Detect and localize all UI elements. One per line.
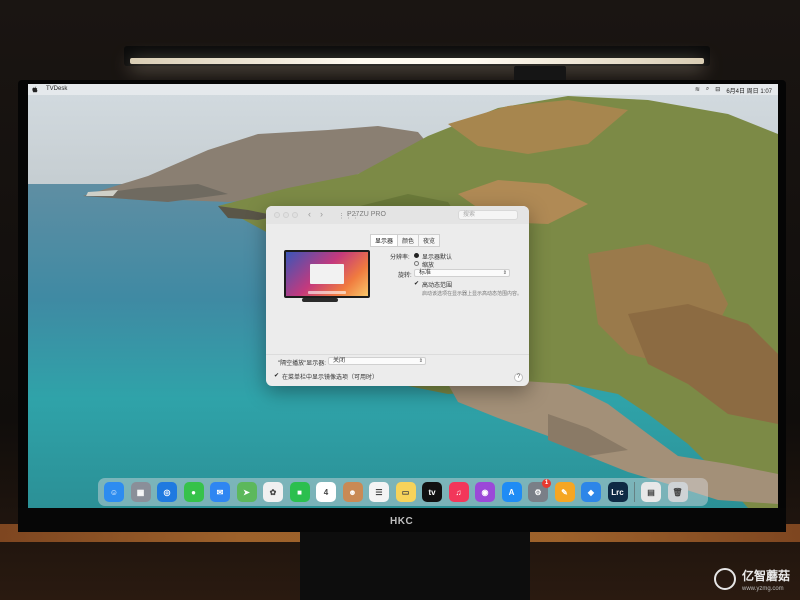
display-settings-window: ‹ › ⋮⋮⋮ P27ZU PRO 搜索 显示器 颜色 夜览 分辨率: 显示器默 [266, 206, 529, 386]
podcasts-icon[interactable]: ◉ [475, 482, 495, 502]
airplay-value: 关闭 [333, 358, 346, 364]
tencent-docs-icon[interactable]: ◆ [581, 482, 601, 502]
app-store-icon[interactable]: A [501, 482, 522, 502]
resolution-default-radio[interactable] [414, 253, 419, 258]
safari-icon[interactable]: ◎ [157, 482, 177, 502]
menu-app-name[interactable]: TVDesk [46, 86, 67, 92]
calendar-icon[interactable]: 4 [316, 482, 336, 502]
hdr-hint: 启动该选项在显示器上显示高动态范围内容。 [422, 291, 523, 297]
chevron-updown-icon: ⇕ [418, 358, 423, 364]
settings-tabs: 显示器 颜色 夜览 [370, 234, 441, 247]
monitor-light-bar [124, 46, 710, 98]
dock: ☺ ▦ ◎ ● ✉ ➤ ✿ ■ 4 ☻ ☰ ▭ tv ♫ ◉ A ⚙ 1 ✎ ◆ Lrc ▤ 🗑 [98, 478, 708, 506]
trash-icon[interactable]: 🗑 [667, 482, 688, 502]
monitor-brand: HKC [390, 516, 414, 527]
downloads-icon[interactable]: ▤ [641, 482, 661, 502]
facetime-icon[interactable]: ■ [289, 482, 310, 502]
photos-icon[interactable]: ✿ [263, 482, 283, 502]
help-button[interactable]: ? [514, 373, 523, 382]
maps-icon[interactable]: ➤ [236, 482, 257, 502]
lightroom-classic-icon[interactable]: Lrc [607, 482, 628, 502]
display-preview-stand [302, 298, 338, 302]
watermark-text: 亿智蘑菇 [742, 569, 791, 583]
window-title: P27ZU PRO [347, 211, 386, 218]
search-icon[interactable]: ⌕ [706, 86, 709, 95]
resolution-scaled-label[interactable]: 缩放 [422, 260, 434, 269]
finder-icon[interactable]: ☺ [104, 482, 124, 502]
watermark-url: www.yzmg.com [742, 586, 784, 592]
apple-menu-icon[interactable] [32, 86, 38, 93]
notification-badge: 1 [542, 479, 551, 488]
back-button[interactable]: ‹ [308, 209, 311, 219]
window-titlebar: ‹ › ⋮⋮⋮ P27ZU PRO 搜索 [266, 206, 529, 224]
zoom-button[interactable] [292, 212, 298, 218]
menu-clock[interactable]: 6月4日 周日 1:07 [726, 86, 772, 95]
airplay-label: "隔空播放"显示器: [278, 361, 326, 367]
tab-display[interactable]: 显示器 [370, 234, 399, 247]
minimize-button[interactable] [283, 212, 289, 218]
reminders-icon[interactable]: ☰ [369, 482, 389, 502]
rotation-value: 标准 [419, 270, 432, 276]
desktop-screen: TVDesk ≋ ⌕ ⊟ 6月4日 周日 1:07 ‹ › ⋮⋮⋮ P27ZU … [28, 84, 778, 508]
light-bar-glow [130, 58, 704, 64]
watermark-logo [714, 568, 736, 590]
search-field[interactable]: 搜索 [458, 210, 518, 220]
apple-tv-icon[interactable]: tv [422, 482, 442, 502]
rotation-label: 旋转: [398, 273, 412, 279]
pages-icon[interactable]: ✎ [554, 482, 575, 502]
menu-mirroring-label[interactable]: 在菜单栏中显示镜像选项（可用时） [282, 372, 378, 381]
display-preview [284, 250, 370, 298]
display-preview-dock [308, 291, 346, 294]
chevron-updown-icon: ⇕ [502, 270, 507, 276]
control-center-icon[interactable]: ⊟ [715, 86, 720, 95]
tab-night-shift[interactable]: 夜览 [418, 234, 441, 247]
photo-background: HKC TVDesk ≋ ⌕ ⊟ 6月4日 周日 1:07 ‹ › ⋮⋮⋮ P2… [0, 0, 800, 600]
resolution-label: 分辨率: [390, 255, 410, 261]
messages-icon[interactable]: ● [183, 482, 204, 502]
menu-bar: TVDesk ≋ ⌕ ⊟ 6月4日 周日 1:07 [28, 84, 778, 95]
music-icon[interactable]: ♫ [448, 482, 469, 502]
notes-icon[interactable]: ▭ [395, 482, 416, 502]
tab-color[interactable]: 颜色 [397, 234, 420, 247]
display-preview-window [310, 264, 344, 284]
monitor-stand [300, 532, 530, 600]
resolution-scaled-radio[interactable] [414, 261, 419, 266]
launchpad-icon[interactable]: ▦ [130, 482, 151, 502]
wifi-icon[interactable]: ≋ [695, 86, 700, 95]
close-button[interactable] [274, 212, 280, 218]
menu-mirroring-checkbox[interactable]: ✔ [274, 372, 279, 379]
hdr-label[interactable]: 高动态范围 [422, 280, 452, 289]
mail-icon[interactable]: ✉ [210, 482, 230, 502]
forward-button[interactable]: › [320, 209, 323, 219]
rotation-select[interactable]: 标准 ⇕ [414, 269, 510, 277]
contacts-icon[interactable]: ☻ [342, 482, 363, 502]
hdr-checkbox[interactable]: ✔ [414, 280, 419, 287]
dock-separator [634, 482, 635, 502]
display-preview-wallpaper [286, 252, 368, 296]
divider [266, 354, 529, 355]
airplay-select[interactable]: 关闭 ⇕ [328, 357, 426, 365]
system-preferences-icon[interactable]: ⚙ 1 [528, 479, 551, 502]
